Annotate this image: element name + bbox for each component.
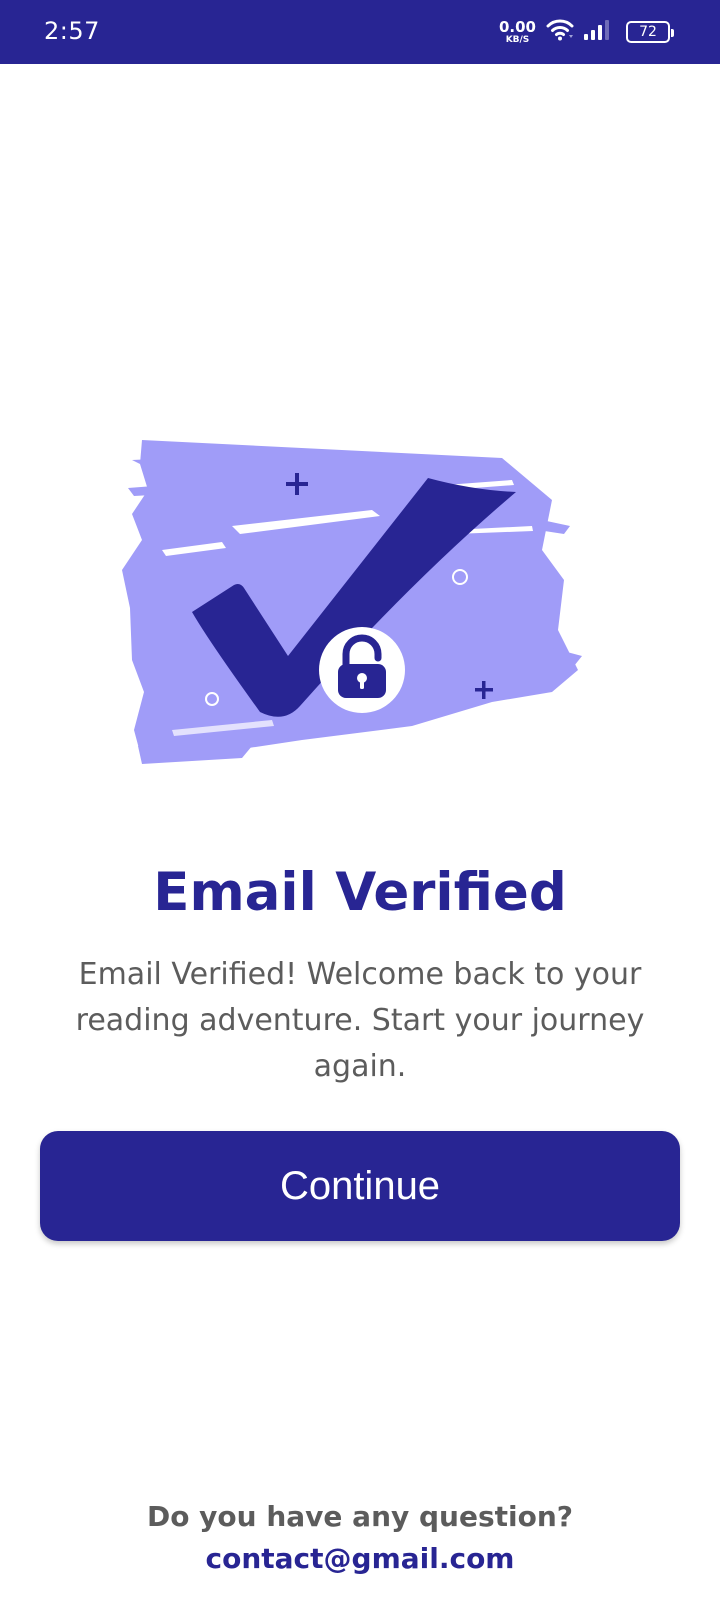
- battery-icon: 72: [626, 21, 674, 43]
- signal-icon: [582, 18, 612, 46]
- status-bar: 2:57 0.00 KB/S 72: [0, 0, 720, 64]
- status-icons: 0.00 KB/S 72: [498, 17, 674, 46]
- network-speed-value: 0.00: [498, 17, 536, 36]
- brush-stroke-background: [122, 440, 582, 764]
- unlocked-padlock-icon: [319, 627, 405, 713]
- wifi-icon: [546, 18, 574, 46]
- page-title: Email Verified: [153, 862, 567, 923]
- status-time: 2:57: [44, 17, 100, 45]
- support-question: Do you have any question?: [146, 1500, 574, 1533]
- network-speed: 0.00 KB/S: [498, 17, 536, 45]
- verification-message: Email Verified! Welcome back to your rea…: [75, 957, 645, 1084]
- contact-email-link[interactable]: contact@gmail.com: [0, 1542, 720, 1575]
- email-verified-screen: 2:57 0.00 KB/S 72 Email Verified Email V…: [0, 0, 720, 1600]
- network-speed-unit: KB/S: [505, 34, 530, 45]
- verified-illustration: [112, 430, 592, 790]
- battery-level: 72: [639, 24, 657, 40]
- continue-button[interactable]: Continue: [40, 1131, 680, 1241]
